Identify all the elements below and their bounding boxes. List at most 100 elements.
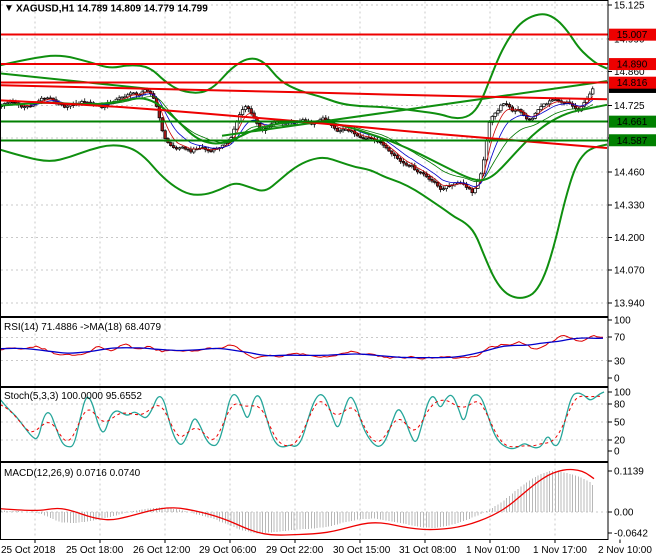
bull-candle xyxy=(40,97,44,102)
rsi-tick-label: 30 xyxy=(614,357,626,368)
bull-candle xyxy=(553,99,558,101)
bull-candle xyxy=(65,105,70,108)
chart-canvas[interactable]: 15.12514.99014.86014.72514.59514.46014.3… xyxy=(0,0,660,560)
bull-candle xyxy=(131,92,136,95)
bull-candle xyxy=(591,88,595,95)
bull-candle xyxy=(344,128,348,131)
bear-candle xyxy=(404,162,408,166)
price-tick-label: 14.070 xyxy=(614,266,645,277)
bear-candle xyxy=(398,158,403,162)
price-tick-label: 14.460 xyxy=(614,168,645,179)
price-tick-label: 13.940 xyxy=(614,298,645,309)
bear-candle xyxy=(11,101,15,104)
time-label: 25 Oct 18:00 xyxy=(66,545,124,556)
macd-header: MACD(12,26,9) 0.0716 0.0740 xyxy=(4,468,141,479)
bear-candle xyxy=(355,133,360,137)
bull-candle xyxy=(341,129,345,132)
price-label-text: 14.890 xyxy=(617,60,648,71)
time-label: 1 Nov 01:00 xyxy=(466,545,520,556)
bear-candle xyxy=(324,117,328,120)
bear-candle xyxy=(160,117,164,132)
time-label: 31 Oct 08:00 xyxy=(399,545,457,556)
trading-chart-window: 15.12514.99014.86014.72514.59514.46014.3… xyxy=(0,0,660,560)
price-label-text: 14.816 xyxy=(617,78,648,89)
bear-candle xyxy=(507,104,512,108)
price-label-text: 14.661 xyxy=(617,117,648,128)
overlay-lines xyxy=(1,13,608,299)
bull-candle xyxy=(5,102,9,105)
bear-candle xyxy=(427,176,431,180)
time-label: 2 Nov 10:00 xyxy=(598,545,652,556)
bb-lower xyxy=(1,143,608,299)
bull-candle xyxy=(243,106,248,110)
time-label: 30 Oct 15:00 xyxy=(333,545,391,556)
bull-candle xyxy=(180,146,184,149)
price-label-text: 15.007 xyxy=(617,30,648,41)
rsi-tick-label: 100 xyxy=(614,316,631,327)
bull-candle xyxy=(364,137,368,140)
bull-candle xyxy=(542,103,546,107)
bear-candle xyxy=(424,173,428,177)
bear-candle xyxy=(146,89,150,92)
bull-candle xyxy=(550,99,555,102)
macd-plot xyxy=(1,468,595,536)
time-label: 29 Oct 22:00 xyxy=(266,545,324,556)
bull-candle xyxy=(548,100,552,105)
stoch-tick-label: 50 xyxy=(614,418,626,429)
bear-candle xyxy=(48,97,52,100)
bear-candle xyxy=(186,148,190,151)
time-label: 29 Oct 06:00 xyxy=(199,545,257,556)
bull-candle xyxy=(22,106,27,109)
bull-candle xyxy=(493,112,497,117)
rsi-tick-label: 0 xyxy=(614,374,620,385)
bear-candle xyxy=(163,130,167,139)
stoch-header: Stoch(5,3,3) 100.0000 95.6552 xyxy=(4,391,142,402)
bull-candle xyxy=(143,89,147,93)
stoch-d-line xyxy=(1,395,601,448)
bear-candle xyxy=(433,180,437,183)
bear-candle xyxy=(189,149,193,153)
bear-candle xyxy=(504,103,509,106)
bear-candle xyxy=(416,169,420,173)
bear-candle xyxy=(249,108,253,114)
bull-candle xyxy=(444,185,448,190)
bear-candle xyxy=(358,135,362,138)
bull-candle xyxy=(530,117,535,121)
price-label-text: 14.587 xyxy=(617,136,648,147)
bear-candle xyxy=(378,141,382,144)
bear-candle xyxy=(527,118,532,121)
bull-candle xyxy=(321,117,325,121)
chart-title-ohlc: XAGUSD,H1 14.789 14.809 14.779 14.799 xyxy=(16,4,208,15)
bear-candle xyxy=(172,145,176,148)
stoch-tick-label: 100 xyxy=(614,388,631,399)
bear-candle xyxy=(169,142,173,146)
bull-candle xyxy=(235,121,239,130)
bull-candle xyxy=(502,103,506,106)
bull-candle xyxy=(117,97,121,100)
symbol-dropdown-icon[interactable]: ▼ xyxy=(4,3,14,14)
time-axis[interactable]: 25 Oct 2018 25 Oct 18:00 26 Oct 12:00 29 Oc… xyxy=(1,539,652,557)
bull-candle xyxy=(8,101,12,104)
bear-candle xyxy=(390,150,394,155)
rsi-ma-line xyxy=(1,337,604,359)
time-label: 25 Oct 2018 xyxy=(1,545,56,556)
bull-candle xyxy=(45,97,50,100)
bear-candle xyxy=(209,150,213,153)
stoch-tick-label: 20 xyxy=(614,436,626,447)
bear-candle xyxy=(62,104,67,108)
bear-candle xyxy=(183,146,187,150)
stoch-tick-label: 0 xyxy=(614,447,620,458)
bear-candle xyxy=(556,99,560,102)
bull-candle xyxy=(441,188,446,191)
bear-candle xyxy=(332,125,337,129)
bear-candle xyxy=(438,185,443,190)
time-label: 1 Nov 17:00 xyxy=(533,545,587,556)
bull-candle xyxy=(25,105,29,108)
bear-candle xyxy=(83,101,87,103)
ma-red-slow xyxy=(1,84,608,101)
rsi-tick-label: 70 xyxy=(614,333,626,344)
bear-candle xyxy=(246,106,250,110)
bull-candle xyxy=(177,147,182,150)
bear-candle xyxy=(174,147,179,150)
price-axis[interactable]: 15.12514.99014.86014.72514.59514.46014.3… xyxy=(608,1,656,540)
